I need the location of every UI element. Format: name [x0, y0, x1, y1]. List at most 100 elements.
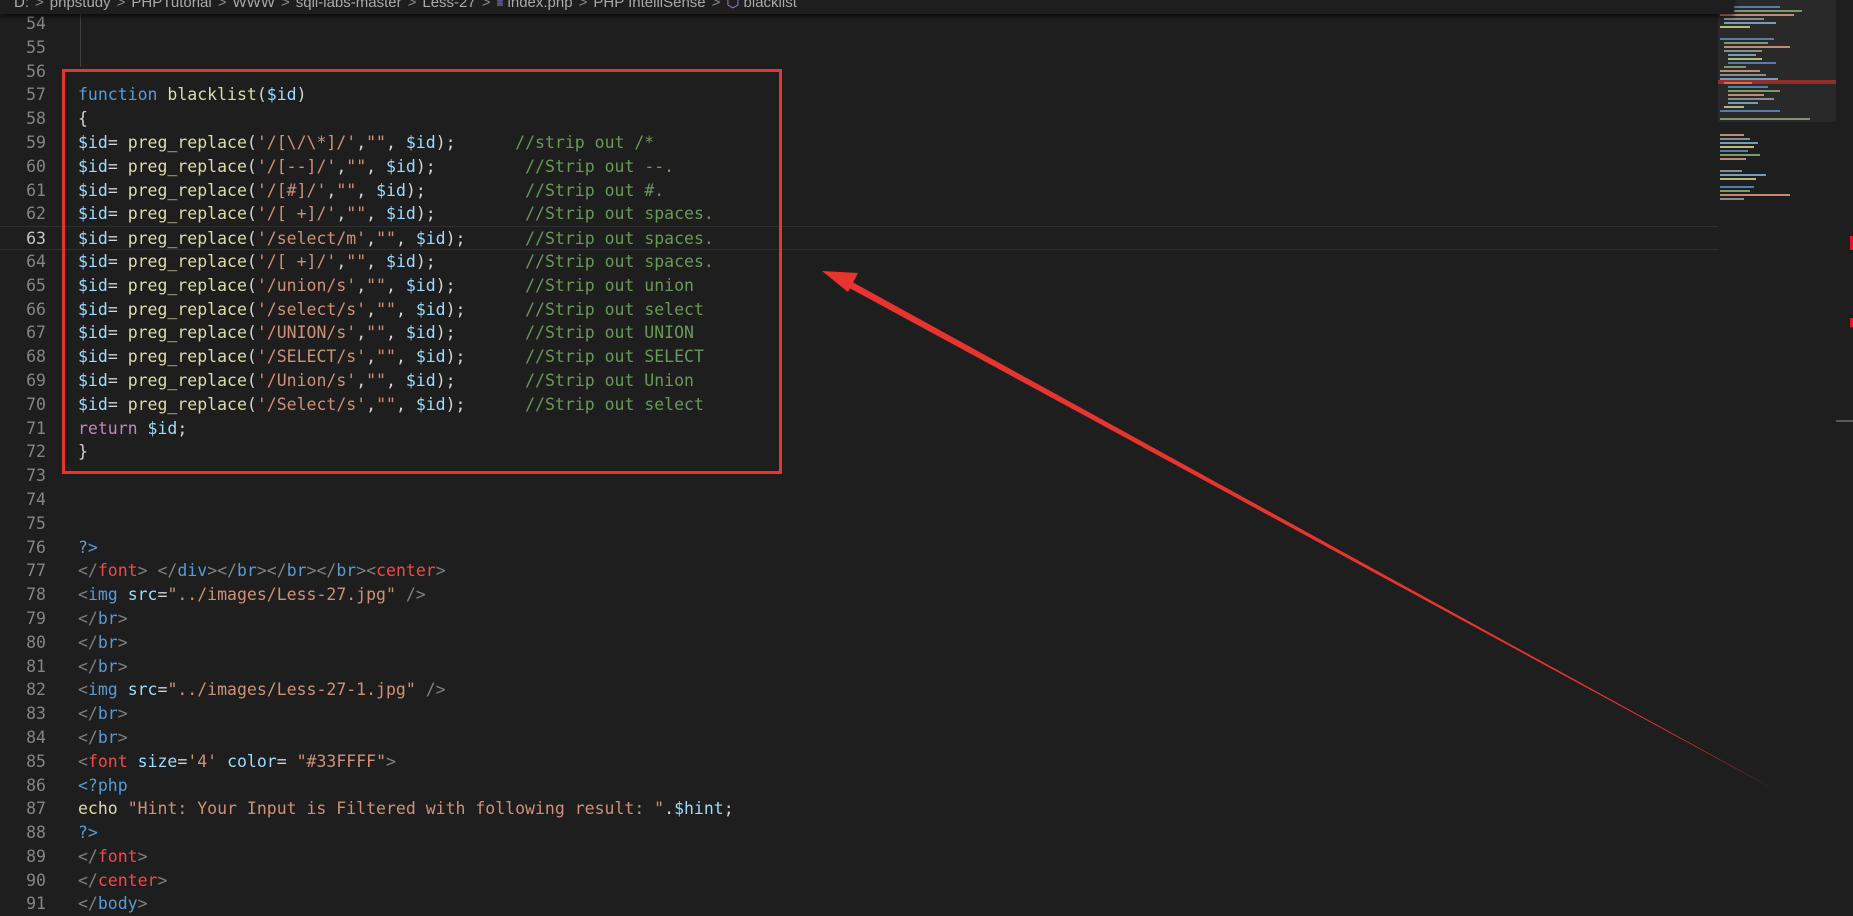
line-number: 83: [26, 704, 46, 724]
line-number: 67: [26, 323, 46, 343]
code-token: font: [97, 561, 138, 581]
code-token: <: [78, 680, 88, 700]
code-line[interactable]: 84 </br>: [0, 726, 1720, 750]
code-editor[interactable]: D: > phpstudy > PHPTutorial > WWW > sqli-labs-ma…: [0, 0, 1853, 913]
line-number: 77: [26, 561, 46, 581]
code-line[interactable]: 87 echo "Hint: Your Input is Filtered wit…: [0, 797, 1720, 821]
line-number: 91: [26, 894, 46, 914]
breadcrumb-item[interactable]: blacklist: [744, 0, 797, 11]
code-token: </: [78, 704, 98, 724]
code-token: br: [97, 704, 118, 724]
line-number: 81: [26, 656, 46, 676]
minimap-line: [1728, 86, 1768, 88]
line-text: echo "Hint: Your Input is Filtered with …: [78, 797, 734, 821]
minimap-line: [1720, 26, 1750, 28]
line-number: 86: [26, 775, 46, 795]
code-token: >: [435, 561, 446, 581]
line-number: 54: [26, 14, 46, 33]
minimap-line: [1720, 110, 1780, 112]
code-line[interactable]: 79 </br>: [0, 607, 1720, 631]
breadcrumb-separator: >: [116, 0, 126, 11]
code-token: br: [286, 561, 307, 581]
code-line[interactable]: 76 ?>: [0, 536, 1720, 560]
php-file-icon: ≡: [496, 0, 504, 10]
breadcrumb-item[interactable]: Less-27: [422, 0, 475, 11]
minimap-line: [1728, 54, 1756, 56]
line-number: 88: [26, 823, 46, 843]
code-line[interactable]: 91 </body>: [0, 892, 1720, 916]
breadcrumb-separator: >: [35, 0, 44, 11]
code-line[interactable]: 80 </br>: [0, 631, 1720, 655]
code-token: ;: [723, 799, 734, 819]
vertical-scrollbar[interactable]: [1836, 0, 1853, 905]
line-number: 82: [26, 680, 46, 700]
line-number: 79: [26, 608, 46, 628]
code-token: />: [425, 680, 446, 700]
code-line[interactable]: 81 </br>: [0, 655, 1720, 679]
minimap-line: [1720, 170, 1742, 172]
minimap-line: [1720, 146, 1754, 148]
minimap-line: [1720, 158, 1746, 160]
code-line[interactable]: 90 </center>: [0, 869, 1720, 893]
code-token: center: [376, 561, 436, 581]
breadcrumb-item[interactable]: index.php: [508, 0, 573, 11]
line-number: 68: [26, 347, 46, 367]
highlight-box: [62, 69, 782, 474]
minimap-line: [1720, 70, 1760, 72]
code-line[interactable]: 82 <img src="../images/Less-27-1.jpg" />: [0, 678, 1720, 702]
breadcrumb-separator: >: [578, 0, 588, 11]
breadcrumb-item[interactable]: D:: [14, 0, 29, 11]
code-token: br: [336, 561, 357, 581]
breadcrumb: D: > phpstudy > PHPTutorial > WWW > sqli-labs-ma…: [0, 0, 1734, 14]
code-token: ?>: [78, 537, 98, 557]
line-number: 71: [26, 418, 46, 438]
line-number: 55: [26, 37, 46, 57]
code-line[interactable]: 86 <?php: [0, 774, 1720, 798]
code-line[interactable]: 89 </font>: [0, 845, 1720, 869]
code-token: />: [405, 585, 426, 605]
line-number: 57: [26, 85, 46, 105]
line-number: 62: [26, 204, 46, 224]
line-number: 66: [26, 299, 46, 319]
code-token: ></: [306, 561, 337, 581]
breadcrumb-item[interactable]: PHP IntelliSense: [593, 0, 705, 11]
code-line[interactable]: 77 </font> </div></br></br></br><center>: [0, 559, 1720, 583]
code-line[interactable]: 83 </br>: [0, 702, 1720, 726]
breadcrumb-separator: >: [711, 0, 721, 11]
code-line[interactable]: 74: [0, 488, 1720, 512]
minimap-line: [1720, 154, 1760, 156]
code-line[interactable]: 85 <font size='4' color= "#33FFFF">: [0, 750, 1720, 774]
code-token: >: [117, 656, 128, 676]
minimap-line: [1720, 174, 1766, 176]
code-token: >: [137, 894, 148, 914]
code-line[interactable]: 54: [0, 12, 1720, 36]
breadcrumb-item[interactable]: WWW: [233, 0, 275, 11]
breadcrumb-item[interactable]: phpstudy: [50, 0, 111, 11]
code-line[interactable]: 78 <img src="../images/Less-27.jpg" />: [0, 583, 1720, 607]
minimap-line: [1720, 178, 1756, 180]
code-token: </: [78, 894, 98, 914]
minimap-line: [1720, 74, 1766, 76]
code-line[interactable]: 55: [0, 36, 1720, 60]
line-number: 61: [26, 180, 46, 200]
code-token: ?>: [78, 823, 98, 843]
breadcrumb-item[interactable]: sqli-labs-master: [296, 0, 402, 11]
line-number: 56: [26, 61, 46, 81]
line-text: ?>: [78, 536, 98, 560]
breadcrumb-item[interactable]: PHPTutorial: [131, 0, 211, 11]
code-token: color: [227, 751, 277, 771]
minimap[interactable]: [1718, 0, 1836, 905]
line-text: <?php: [78, 774, 128, 798]
code-line[interactable]: 88 ?>: [0, 821, 1720, 845]
line-text: </br>: [78, 726, 128, 750]
minimap-line: [1724, 22, 1776, 24]
scroll-thumb[interactable]: [1836, 420, 1853, 422]
code-token: ><: [356, 561, 377, 581]
code-token: font: [97, 846, 138, 866]
code-line[interactable]: 75: [0, 512, 1720, 536]
minimap-line: [1724, 106, 1744, 108]
